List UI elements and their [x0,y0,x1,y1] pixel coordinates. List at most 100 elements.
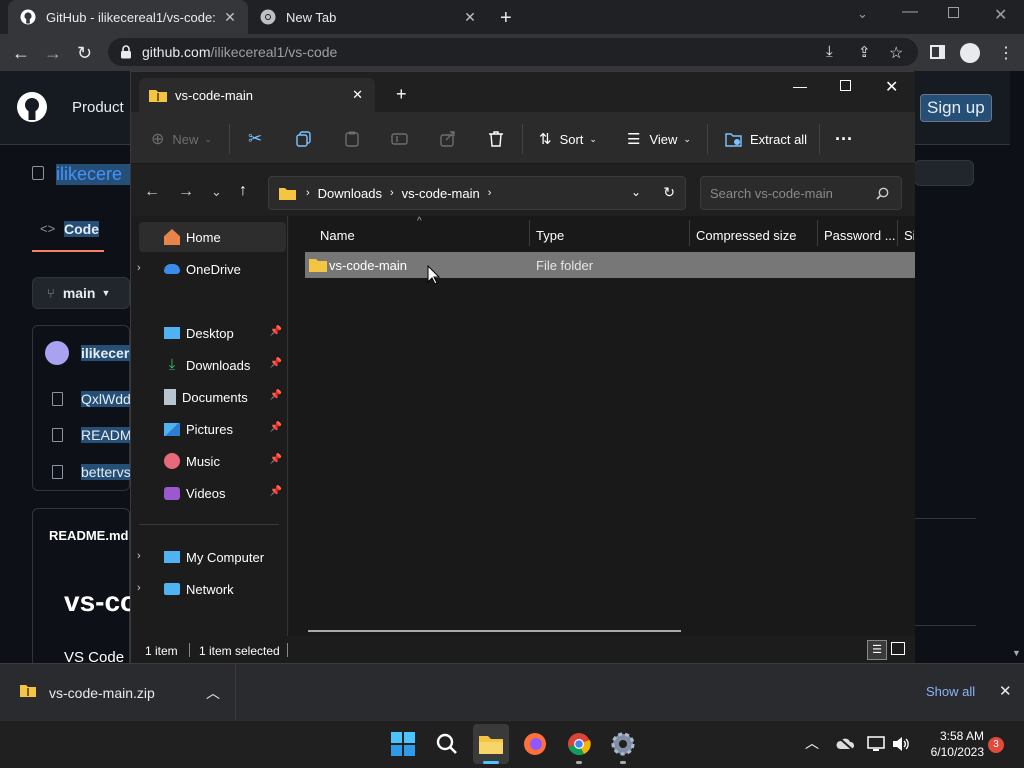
delete-icon[interactable] [488,128,504,150]
address-dropdown-icon[interactable]: ⌄ [631,185,641,199]
profile-avatar[interactable] [960,43,980,63]
search-icon[interactable] [433,730,461,758]
address-bar[interactable]: github.com/ilikecereal1/vs-code [108,38,918,66]
view-button[interactable]: ☰ View ⌄ [627,128,691,150]
tiles-view-icon[interactable] [891,642,905,655]
page-scrollbar[interactable] [1010,71,1024,663]
column-header-type[interactable]: Type [536,224,564,246]
pin-icon[interactable]: 📌 [270,454,282,465]
file-explorer-icon[interactable] [477,730,505,758]
window-close-icon[interactable]: ✕ [885,77,898,97]
extract-all-button[interactable]: Extract all [725,128,807,150]
nav-item-videos[interactable]: Videos 📌 [139,478,286,508]
nav-item-desktop[interactable]: Desktop 📌 [139,318,286,348]
maximize-icon[interactable] [840,80,851,91]
pin-icon[interactable]: 📌 [270,422,282,433]
explorer-tab[interactable]: vs-code-main ✕ [139,78,375,112]
share-icon[interactable]: ⇪ [858,43,878,63]
breadcrumb-item[interactable]: Downloads [318,186,382,201]
column-header-name[interactable]: Name [320,224,355,246]
chevron-right-icon[interactable]: › [137,262,141,274]
chevron-right-icon[interactable]: › [137,550,141,562]
chrome-icon[interactable] [565,730,593,758]
nav-item-network[interactable]: › Network [137,574,286,604]
show-hidden-icons-chevron[interactable]: ︿ [805,733,819,753]
network-icon[interactable] [867,736,885,752]
install-app-icon[interactable]: ⤓ [826,43,846,63]
github-logo-icon[interactable] [16,91,48,123]
tab-code[interactable]: Code [64,221,99,237]
sort-button[interactable]: ⇅ Sort ⌄ [539,128,597,150]
new-button[interactable]: ⊕ New ⌄ [151,128,212,150]
pin-icon[interactable]: 📌 [270,358,282,369]
window-close-icon[interactable]: ✕ [994,5,1007,25]
file-link[interactable]: QxlWdd [81,391,130,407]
column-header-size[interactable]: Si [904,224,914,246]
repo-owner-link[interactable]: ilikecere [56,164,130,185]
explorer-address-bar[interactable]: › Downloads › vs-code-main › ⌄ ↻ [268,176,686,210]
file-link[interactable]: READM [81,427,130,443]
close-tab-icon[interactable]: ✕ [222,9,238,25]
windows-start-icon[interactable] [389,730,417,758]
nav-item-music[interactable]: Music 📌 [139,446,286,476]
nav-item-documents[interactable]: Documents 📌 [139,382,286,412]
scroll-down-icon[interactable]: ▼ [1012,648,1021,658]
bookmark-star-icon[interactable]: ☆ [889,43,909,63]
recent-locations-icon[interactable]: ⌄ [211,184,222,200]
restore-icon[interactable] [948,7,959,18]
tab-search-icon[interactable]: ⌄ [857,6,868,22]
volume-icon[interactable] [892,736,910,752]
close-tab-icon[interactable]: ✕ [352,87,363,103]
column-header-compressed-size[interactable]: Compressed size [696,224,796,246]
new-tab-button[interactable]: + [500,7,512,30]
column-header-password[interactable]: Password ... [824,224,896,246]
chevron-right-icon[interactable]: › [137,582,141,594]
cut-icon[interactable]: ✂ [248,128,262,150]
copy-icon[interactable] [296,128,312,150]
close-tab-icon[interactable]: ✕ [462,9,478,25]
nav-item-onedrive[interactable]: › OneDrive [137,254,286,284]
minimize-icon[interactable]: — [902,3,918,21]
pin-icon[interactable]: 📌 [270,486,282,497]
more-menu-icon[interactable]: ⋮ [998,43,1018,63]
download-item[interactable]: vs-code-main.zip ︿ [0,664,236,720]
nav-item-downloads[interactable]: ⤓ Downloads 📌 [139,350,286,380]
forward-arrow-icon[interactable]: → [178,183,194,201]
notification-badge[interactable]: 3 [988,737,1004,753]
back-arrow-icon[interactable]: ← [12,43,32,63]
divider[interactable] [817,220,818,246]
nav-item-home[interactable]: Home [139,222,286,252]
product-menu[interactable]: Product [72,99,124,116]
file-link[interactable]: bettervs [81,464,130,480]
more-options-icon[interactable]: ··· [835,128,853,150]
pin-icon[interactable]: 📌 [270,326,282,337]
refresh-icon[interactable]: ↻ [663,184,675,201]
explorer-search-input[interactable]: Search vs-code-main [700,176,902,210]
paste-icon[interactable] [344,128,360,150]
side-panel-icon[interactable] [930,45,945,59]
browser-tab-github[interactable]: GitHub - ilikecereal1/vs-code: VS ✕ [8,0,248,34]
nav-item-pictures[interactable]: Pictures 📌 [139,414,286,444]
cloud-offline-icon[interactable] [836,736,856,752]
pin-icon[interactable]: 📌 [270,390,282,401]
minimize-icon[interactable]: — [793,78,807,94]
back-arrow-icon[interactable]: ← [144,183,160,201]
table-row[interactable]: vs-code-main File folder [305,252,915,278]
nav-item-my-computer[interactable]: › My Computer [137,542,286,572]
show-all-link[interactable]: Show all [926,684,975,699]
branch-button[interactable]: ⑂ main ▼ [32,277,130,309]
close-downloads-icon[interactable]: ✕ [999,682,1012,700]
browser-tab-newtab[interactable]: New Tab ✕ [248,0,488,34]
settings-gear-icon[interactable] [609,730,637,758]
clock[interactable]: 3:58 AM 6/10/2023 [916,728,984,760]
breadcrumb-item[interactable]: vs-code-main [402,186,480,201]
chevron-up-icon[interactable]: ︿ [206,683,220,703]
signup-button[interactable]: Sign up [920,94,992,122]
details-view-icon[interactable]: ☰ [867,640,887,660]
share-icon[interactable] [440,128,456,150]
divider[interactable] [529,220,530,246]
firefox-icon[interactable] [521,730,549,758]
commit-author[interactable]: ilikecere [81,345,130,361]
horizontal-scrollbar[interactable] [308,630,681,632]
new-tab-button[interactable]: + [396,84,407,105]
